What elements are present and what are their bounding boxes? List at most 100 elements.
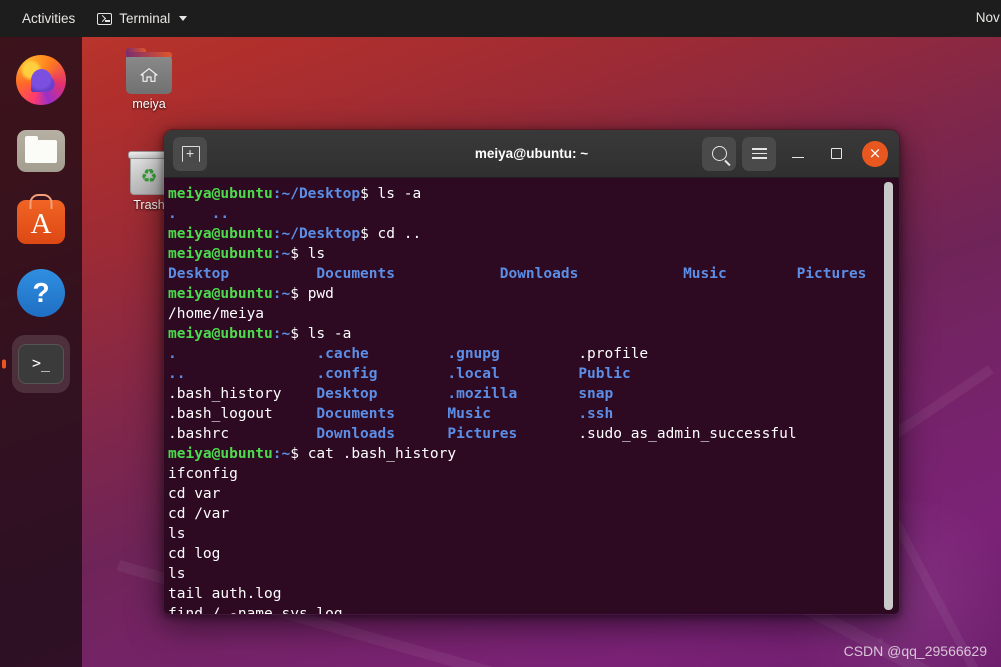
scrollbar-thumb[interactable] — [884, 182, 893, 610]
prompt-user: meiya@ubuntu — [168, 246, 273, 262]
terminal-entry: .local — [447, 366, 579, 382]
terminal-output-line: .. .config .local Public Videos — [168, 364, 899, 384]
home-folder-icon — [126, 48, 172, 94]
terminal-entry: Documents — [316, 266, 500, 282]
app-menu-label: Terminal — [119, 11, 171, 26]
new-tab-button[interactable]: + — [173, 136, 207, 171]
dock-item-files[interactable] — [12, 122, 70, 180]
terminal-entry: Pictures — [447, 426, 579, 442]
firefox-icon — [16, 55, 66, 105]
folder-icon — [17, 130, 65, 172]
minimize-button[interactable] — [782, 137, 814, 171]
terminal-entry: Documents — [316, 406, 448, 422]
terminal-entry: .. — [168, 366, 317, 382]
recycle-glyph-icon: ♻ — [140, 166, 158, 188]
terminal-output-line: find / -name sys.log — [168, 604, 899, 615]
dock-item-terminal[interactable]: >_ — [12, 335, 70, 393]
terminal-entry: ifconfig — [168, 466, 238, 482]
desktop-icon-home[interactable]: meiya — [108, 48, 190, 111]
prompt-path: :~/Desktop — [272, 186, 361, 202]
search-button[interactable] — [702, 136, 736, 171]
terminal-output: meiya@ubuntu:~/Desktop$ ls -a. .. meiya@u… — [164, 178, 899, 615]
terminal-output-line: tail auth.log — [168, 584, 899, 604]
desktop-icon-label: meiya — [132, 97, 166, 111]
terminal-output-line: /home/meiya — [168, 304, 899, 324]
prompt-user: meiya@ubuntu — [168, 226, 273, 242]
top-bar: Activities Terminal Nov 1 — [0, 0, 1001, 37]
hamburger-menu-icon — [751, 148, 767, 159]
prompt-command: $ pwd — [290, 286, 334, 302]
chevron-down-icon — [179, 16, 188, 21]
dock-item-help[interactable]: ? — [12, 264, 70, 322]
search-icon — [711, 146, 727, 161]
terminal-entry: /home/meiya — [168, 306, 265, 322]
terminal-titlebar[interactable]: + meiya@ubuntu: ~ × — [164, 130, 899, 178]
terminal-output-line: cd var — [168, 484, 899, 504]
terminal-entry: .bash_logout — [168, 406, 317, 422]
terminal-prompt-line: meiya@ubuntu:~$ ls -a — [168, 324, 899, 344]
terminal-output-line: .bash_history Desktop .mozilla snap — [168, 384, 899, 404]
terminal-output-line: . .cache .gnupg .profile Templates — [168, 344, 899, 364]
terminal-output-line: ls — [168, 564, 899, 584]
maximize-button[interactable] — [820, 137, 852, 171]
watermark: CSDN @qq_29566629 — [843, 643, 987, 659]
terminal-output-line: ifconfig — [168, 464, 899, 484]
terminal-prompt-line: meiya@ubuntu:~/Desktop$ cd .. — [168, 224, 899, 244]
terminal-entry: .bash_history — [168, 386, 317, 402]
terminal-output-line: ls — [168, 524, 899, 544]
clock[interactable]: Nov 1 — [976, 10, 1001, 25]
terminal-entry: Desktop — [168, 266, 317, 282]
terminal-entry: .profile — [578, 346, 899, 362]
dock-item-software[interactable]: A — [12, 193, 70, 251]
terminal-entry: Downloads — [316, 426, 448, 442]
help-icon: ? — [17, 269, 65, 317]
terminal-entry: .. — [211, 206, 230, 222]
prompt-path: :~ — [272, 286, 291, 302]
terminal-output-line: cd log — [168, 544, 899, 564]
terminal-entry: . — [168, 206, 212, 222]
terminal-entry: .cache — [316, 346, 448, 362]
terminal-entry: cd log — [168, 546, 221, 562]
prompt-command: $ ls -a — [360, 186, 422, 202]
terminal-output-line: .bash_logout Documents Music .ssh — [168, 404, 899, 424]
terminal-entry: Music — [683, 266, 797, 282]
prompt-user: meiya@ubuntu — [168, 286, 273, 302]
close-button[interactable]: × — [858, 137, 892, 171]
minimize-icon — [792, 156, 804, 159]
terminal-output-line: cd /var — [168, 504, 899, 524]
terminal-entry: find / -name sys.log — [168, 606, 343, 615]
app-menu-terminal[interactable]: Terminal — [89, 11, 195, 26]
terminal-entry: . — [168, 346, 317, 362]
terminal-entry: .bashrc — [168, 426, 317, 442]
terminal-body[interactable]: meiya@ubuntu:~/Desktop$ ls -a. .. meiya@u… — [164, 178, 899, 615]
terminal-prompt-line: meiya@ubuntu:~/Desktop$ ls -a — [168, 184, 899, 204]
terminal-scrollbar[interactable] — [884, 182, 893, 610]
terminal-entry: tail auth.log — [168, 586, 282, 602]
terminal-entry: .mozilla — [447, 386, 579, 402]
terminal-entry: .gnupg — [447, 346, 579, 362]
terminal-entry: .ssh — [578, 406, 614, 422]
ubuntu-software-icon: A — [17, 200, 65, 244]
terminal-prompt-line: meiya@ubuntu:~$ pwd — [168, 284, 899, 304]
dock: A ? >_ — [0, 37, 82, 667]
menu-button[interactable] — [742, 136, 776, 171]
terminal-entry: cd var — [168, 486, 221, 502]
prompt-command: $ ls — [290, 246, 326, 262]
terminal-entry: .sudo_as_admin_successful — [578, 426, 797, 442]
dock-item-firefox[interactable] — [12, 51, 70, 109]
terminal-window[interactable]: + meiya@ubuntu: ~ × meiya@ubuntu:~/Deskt… — [163, 129, 900, 615]
terminal-prompt-line: meiya@ubuntu:~$ cat .bash_history — [168, 444, 899, 464]
prompt-command: $ ls -a — [290, 326, 352, 342]
activities-button[interactable]: Activities — [0, 11, 89, 26]
prompt-path: :~/Desktop — [272, 226, 361, 242]
terminal-entry: ls — [168, 566, 186, 582]
close-icon: × — [862, 140, 888, 167]
terminal-entry: Desktop — [316, 386, 448, 402]
prompt-path: :~ — [272, 326, 291, 342]
terminal-output-line: . .. — [168, 204, 899, 224]
prompt-command: $ cat .bash_history — [290, 446, 457, 462]
terminal-entry: Public — [578, 366, 899, 382]
terminal-entry: .config — [316, 366, 448, 382]
terminal-entry: ls — [168, 526, 186, 542]
prompt-user: meiya@ubuntu — [168, 446, 273, 462]
